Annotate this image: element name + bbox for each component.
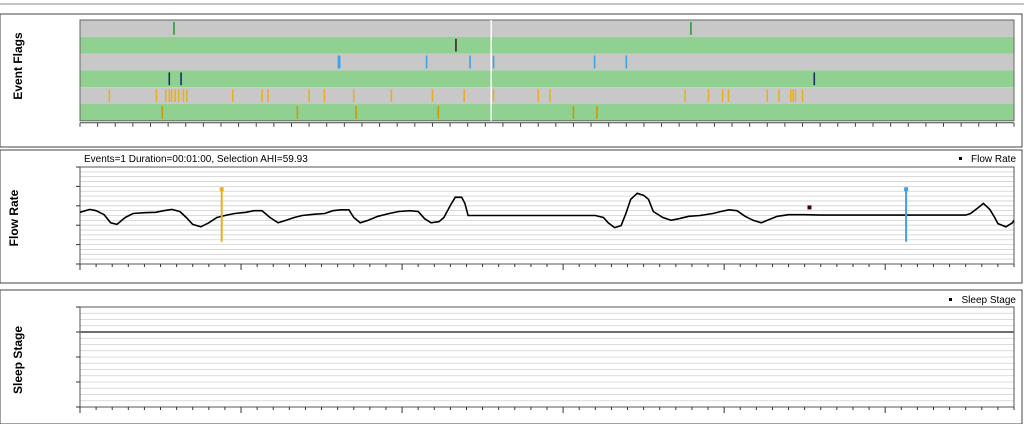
flow-legend-label: Flow Rate (971, 154, 1016, 165)
sleep-stage-label: Sleep Stage (11, 326, 25, 394)
flow-legend-swatch (959, 157, 962, 160)
event-band-h (80, 70, 1014, 88)
sleep-report-view: Event Flags Flow Rate Sleep Stage Events… (0, 3, 1024, 424)
event-band-oa (80, 53, 1014, 71)
flow-marker-point (807, 205, 812, 210)
event-band-re (80, 87, 1014, 104)
flow-event-head-oa (904, 187, 909, 192)
flow-rate-label: Flow Rate (7, 189, 21, 246)
event-band-ca (80, 36, 1014, 54)
flow-rate-panel (0, 149, 1023, 284)
stage-legend-swatch (949, 298, 952, 301)
flow-event-head-re (219, 187, 224, 192)
event-flags-label: Event Flags (11, 32, 25, 100)
event-band-vs2 (80, 104, 1014, 121)
event-band-pb (80, 20, 1014, 37)
stage-legend-label: Sleep Stage (962, 295, 1017, 306)
event-flag-bands (79, 19, 1015, 122)
flow-info-text: Events=1 Duration=00:01:00, Selection AH… (84, 154, 308, 165)
